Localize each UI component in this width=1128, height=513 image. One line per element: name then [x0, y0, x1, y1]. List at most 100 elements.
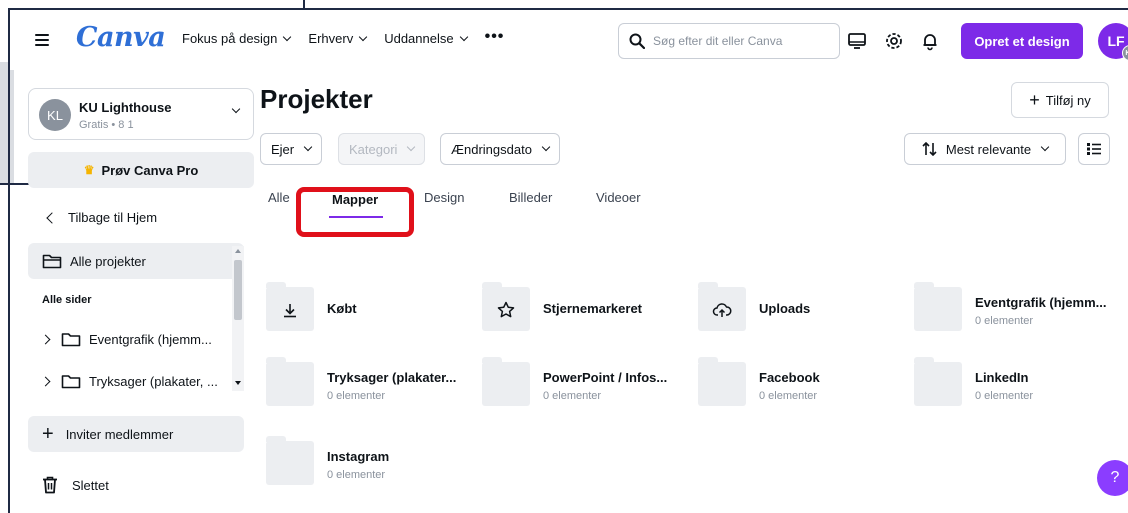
- nav-label: Fokus på design: [182, 31, 278, 46]
- nav-uddannelse[interactable]: Uddannelse: [384, 31, 468, 46]
- back-to-home-link[interactable]: Tilbage til Hjem: [46, 210, 158, 225]
- sort-dropdown[interactable]: Mest relevante: [904, 133, 1066, 165]
- folder-thumbnail: [698, 282, 746, 331]
- folder-card[interactable]: PowerPoint / Infos... 0 elementer: [482, 357, 682, 412]
- chevron-right-icon: [40, 376, 51, 387]
- folder-card[interactable]: Eventgrafik (hjemm... 0 elementer: [914, 282, 1114, 337]
- tab-billeder[interactable]: Billeder: [509, 190, 552, 205]
- back-label: Tilbage til Hjem: [68, 210, 158, 225]
- search-box[interactable]: [618, 23, 840, 59]
- sort-icon: [922, 142, 937, 156]
- help-button[interactable]: ?: [1097, 460, 1128, 496]
- top-nav: Fokus på design Erhverv Uddannelse •••: [182, 28, 505, 46]
- download-icon: [284, 304, 296, 318]
- star-icon: [497, 301, 515, 318]
- sidebar-item-label: Eventgrafik (hjemm...: [89, 332, 212, 347]
- filter-label: Kategori: [349, 141, 398, 157]
- team-name: KU Lighthouse: [79, 100, 172, 115]
- nav-label: Uddannelse: [384, 31, 454, 46]
- folder-thumbnail: [914, 357, 962, 406]
- page-title: Projekter: [260, 84, 373, 114]
- folder-thumbnail: [914, 282, 962, 331]
- filter-label: Ejer: [271, 141, 295, 157]
- avatar[interactable]: LFKL: [1098, 23, 1128, 61]
- tab-design[interactable]: Design: [424, 190, 464, 205]
- folder-name: Uploads: [759, 301, 811, 316]
- frame-line: [303, 0, 305, 8]
- section-heading: Alle sider: [42, 294, 92, 306]
- desktop-icon[interactable]: [847, 31, 867, 51]
- folder-icon: [61, 375, 81, 389]
- search-icon: [629, 33, 645, 49]
- folder-card[interactable]: Facebook 0 elementer: [698, 357, 898, 412]
- list-view-icon: [1087, 143, 1101, 155]
- scroll-up-icon[interactable]: [235, 249, 241, 253]
- scrollbar-thumb[interactable]: [234, 260, 242, 320]
- folder-name: Facebook: [759, 370, 820, 385]
- sidebar-item-label: Alle projekter: [70, 253, 146, 269]
- sidebar-scrollbar[interactable]: [232, 246, 244, 391]
- nav-label: Erhverv: [308, 31, 354, 46]
- try-pro-label: Prøv Canva Pro: [101, 162, 199, 178]
- bell-icon[interactable]: [920, 31, 940, 51]
- more-icon[interactable]: •••: [485, 28, 505, 46]
- scroll-down-icon[interactable]: [235, 381, 241, 385]
- folder-card[interactable]: Uploads: [698, 282, 898, 337]
- chevron-down-icon: [358, 32, 368, 41]
- sidebar-item-all-projects[interactable]: Alle projekter: [28, 243, 244, 279]
- tab-videoer[interactable]: Videoer: [596, 190, 641, 205]
- try-pro-button[interactable]: ♛ Prøv Canva Pro: [28, 152, 254, 188]
- folder-thumbnail: [266, 436, 314, 485]
- folder-name: Stjernemarkeret: [543, 301, 642, 316]
- invite-members-button[interactable]: + Inviter medlemmer: [28, 416, 244, 452]
- gear-icon[interactable]: [884, 31, 904, 51]
- folder-name: Købt: [327, 301, 357, 316]
- add-new-button[interactable]: + Tilføj ny: [1011, 82, 1109, 118]
- folder-card[interactable]: Tryksager (plakater... 0 elementer: [266, 357, 466, 412]
- chevron-right-icon: [40, 334, 51, 345]
- folder-open-icon: [42, 254, 62, 269]
- filter-label: Ændringsdato: [451, 141, 532, 157]
- filter-owner[interactable]: Ejer: [260, 133, 323, 165]
- avatar-team-badge: KL: [1122, 45, 1128, 61]
- sidebar-item-trash[interactable]: Slettet: [42, 476, 109, 494]
- chevron-left-icon: [46, 211, 58, 224]
- folder-card[interactable]: LinkedIn 0 elementer: [914, 357, 1114, 412]
- chevron-down-icon: [459, 32, 468, 41]
- menu-icon[interactable]: [35, 34, 49, 46]
- folder-name: LinkedIn: [975, 370, 1029, 385]
- folder-icon: [61, 333, 81, 347]
- folder-thumbnail: [266, 357, 314, 406]
- tab-mapper[interactable]: Mapper: [332, 192, 378, 207]
- folder-card[interactable]: Stjernemarkeret: [482, 282, 682, 337]
- plus-icon: +: [42, 423, 54, 445]
- nav-fokus-paa-design[interactable]: Fokus på design: [182, 31, 292, 46]
- folder-item-count: 0 elementer: [975, 315, 1034, 327]
- folder-item-count: 0 elementer: [543, 390, 602, 402]
- search-input[interactable]: [653, 34, 823, 48]
- team-switcher[interactable]: KL KU Lighthouse Gratis • 8 1: [28, 88, 254, 140]
- trash-icon: [43, 476, 57, 494]
- crown-icon: ♛: [83, 163, 95, 177]
- filter-category[interactable]: Kategori: [338, 133, 426, 165]
- folder-thumbnail: [698, 357, 746, 406]
- chevron-down-icon: [407, 142, 416, 152]
- sidebar-folder-eventgrafik[interactable]: Eventgrafik (hjemm...: [40, 332, 212, 347]
- canva-logo[interactable]: Canva: [76, 22, 166, 53]
- folder-card[interactable]: Instagram 0 elementer: [266, 436, 466, 491]
- tab-alle[interactable]: Alle: [268, 190, 290, 205]
- folder-card[interactable]: Købt: [266, 282, 466, 337]
- folder-thumbnail: [482, 282, 530, 331]
- sidebar-folder-tryksager[interactable]: Tryksager (plakater, ...: [40, 374, 218, 389]
- create-design-button[interactable]: Opret et design: [961, 23, 1083, 59]
- list-view-button[interactable]: [1078, 133, 1110, 165]
- avatar-initials: LF: [1107, 33, 1125, 49]
- trash-label: Slettet: [72, 477, 109, 493]
- chevron-down-icon: [283, 32, 292, 41]
- filter-modified-date[interactable]: Ændringsdato: [440, 133, 560, 165]
- invite-label: Inviter medlemmer: [65, 426, 174, 442]
- nav-erhverv[interactable]: Erhverv: [308, 31, 368, 46]
- folder-thumbnail: [482, 357, 530, 406]
- folder-thumbnail: [266, 282, 314, 331]
- sort-label: Mest relevante: [945, 141, 1032, 157]
